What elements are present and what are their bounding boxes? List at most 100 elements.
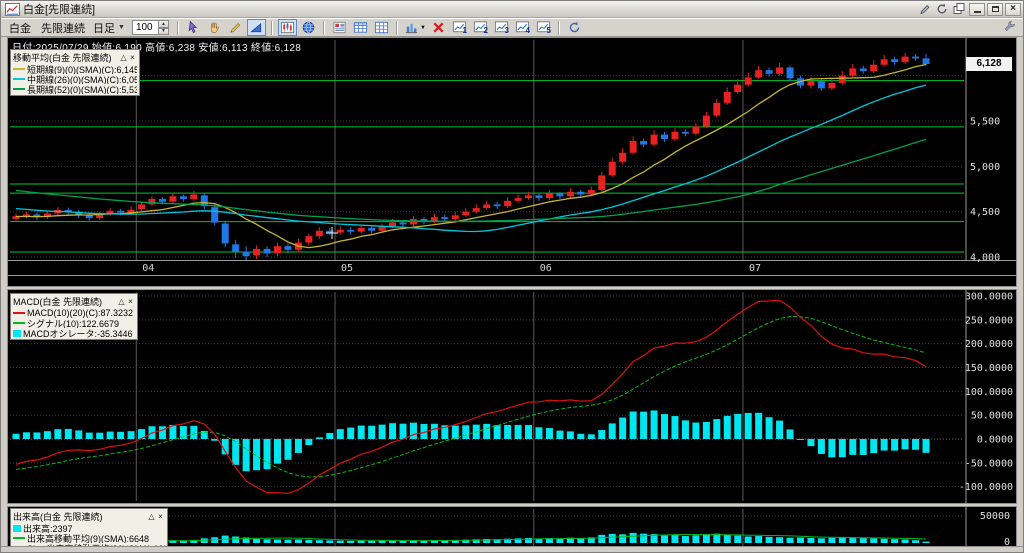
- ma_mid-line: [15, 84, 927, 233]
- delete-drawings-button[interactable]: [429, 19, 448, 36]
- svg-text:5,500: 5,500: [970, 117, 1000, 128]
- contract-label: 先限連続: [41, 22, 85, 35]
- macd-legend-title: MACD(白金 先限連続): [13, 297, 102, 307]
- svg-text:50.0000: 50.0000: [971, 411, 1013, 422]
- legend-collapse-icon[interactable]: △: [119, 53, 128, 62]
- cursor-tool-button[interactable]: [184, 19, 203, 36]
- ma-mid-label: 中期線(26)(0)(SMA)(C):6,056: [27, 74, 137, 85]
- macd-line: [15, 299, 927, 495]
- volume-legend-title: 出来高(白金 先限連続): [13, 512, 103, 522]
- grid-view-button[interactable]: [372, 19, 391, 36]
- svg-text:4,500: 4,500: [970, 207, 1000, 218]
- price-gridlines: [10, 75, 964, 258]
- ma-legend[interactable]: 移動平均(白金 先限連続) △ × 短期線(9)(0)(SMA)(C):6,14…: [10, 49, 140, 96]
- month-axis-labels: 04 05 06 07: [142, 263, 761, 274]
- close-button[interactable]: ×: [1005, 2, 1021, 16]
- osc-swatch: [13, 329, 21, 337]
- chart-preset-2-button[interactable]: 2: [471, 19, 490, 36]
- macd-axis-labels: 300.0000 250.0000 200.0000 150.0000 100.0000…: [959, 291, 1013, 493]
- macd-canvas[interactable]: 300.0000 250.0000 200.0000 150.0000 100.0000…: [8, 290, 1016, 503]
- svg-text:-100.0000: -100.0000: [959, 482, 1013, 493]
- timeframe-dropdown[interactable]: 日足 ▼: [93, 20, 125, 36]
- bar-chart-icon: [405, 23, 418, 34]
- reload-button[interactable]: [565, 19, 584, 36]
- toolbar-separator: [322, 20, 325, 35]
- legend-close-icon[interactable]: ×: [156, 512, 165, 521]
- signal-line-swatch: [13, 322, 25, 324]
- price-axis-labels: 5,500 5,000 4,500 4,000: [970, 117, 1000, 264]
- pencil-icon: [230, 23, 241, 33]
- svg-text:300.0000: 300.0000: [965, 291, 1013, 302]
- svg-text:06: 06: [540, 263, 552, 274]
- current-price-badge: 6,128: [966, 57, 1012, 71]
- legend-close-icon[interactable]: ×: [128, 53, 137, 62]
- chart-preset-5-button[interactable]: 5: [534, 19, 553, 36]
- macd-gridlines: [10, 295, 964, 488]
- web-button[interactable]: [299, 19, 318, 36]
- signal-line: [15, 315, 927, 478]
- table-view-button[interactable]: [351, 19, 370, 36]
- svg-text:50000: 50000: [980, 511, 1010, 522]
- macd-legend[interactable]: MACD(白金 先限連続) △ × MACD(10)(20)(C):87.323…: [10, 293, 138, 340]
- window-refresh-icon[interactable]: [934, 3, 950, 16]
- preset-number: 2: [483, 26, 488, 35]
- signal-line-label: シグナル(10):122.6679: [27, 318, 120, 329]
- settings-wrench-button[interactable]: [1000, 19, 1019, 36]
- svg-text:04: 04: [142, 263, 154, 274]
- bar-count-spinner[interactable]: 100 ▲ ▼: [131, 20, 169, 35]
- ma-mid-swatch: [13, 78, 25, 80]
- toolbar-separator: [176, 20, 179, 35]
- svg-text:250.0000: 250.0000: [965, 315, 1013, 326]
- svg-text:150.0000: 150.0000: [965, 363, 1013, 374]
- preset-number: 4: [525, 26, 530, 35]
- volume-ma-label: 出来高移動平均(9)(SMA):6648: [27, 533, 150, 544]
- globe-icon: [302, 21, 315, 34]
- main-chart-panel: 04 05 06 07 5,500 5,000 4,500 4,000 日付:2025/07/…: [7, 37, 1017, 287]
- grid-icon: [374, 21, 388, 34]
- chart-preset-1-button[interactable]: 1: [450, 19, 469, 36]
- spinner-down-icon[interactable]: ▼: [157, 27, 169, 35]
- candlestick-chart-icon: [280, 21, 294, 34]
- timeframe-label: 日足: [93, 22, 115, 35]
- hand-tool-button[interactable]: [205, 19, 224, 36]
- news-button[interactable]: [330, 19, 349, 36]
- ma-legend-row: 長期線(52)(0)(SMA)(C):5,532: [13, 84, 137, 94]
- chart-settings-button[interactable]: [277, 19, 297, 36]
- window-bottom-edge: [1, 546, 1023, 552]
- bar-count-value[interactable]: 100: [131, 20, 158, 35]
- crosshair-cursor: [326, 227, 338, 239]
- volume-label: 出来高:2397: [23, 523, 73, 534]
- ma-legend-title: 移動平均(白金 先限連続): [13, 53, 112, 63]
- legend-collapse-icon[interactable]: △: [147, 512, 156, 521]
- svg-text:200.0000: 200.0000: [965, 339, 1013, 350]
- main-chart-canvas[interactable]: 04 05 06 07 5,500 5,000 4,500 4,000: [8, 38, 1016, 286]
- delete-x-icon: [433, 22, 444, 33]
- chart-preset-4-button[interactable]: 4: [513, 19, 532, 36]
- annotate-pen-icon[interactable]: [917, 3, 933, 16]
- refresh-icon: [569, 21, 580, 33]
- minimize-button[interactable]: [969, 2, 985, 16]
- trendline-tool-button[interactable]: [246, 19, 266, 36]
- maximize-button[interactable]: [987, 2, 1003, 16]
- svg-text:100.0000: 100.0000: [965, 387, 1013, 398]
- ma-long-swatch: [13, 88, 25, 90]
- ma-short-label: 短期線(9)(0)(SMA)(C):6,145: [27, 64, 137, 75]
- legend-collapse-icon[interactable]: △: [117, 297, 126, 306]
- spinner-up-icon[interactable]: ▲: [157, 20, 169, 28]
- volume-legend-row: 出来高移動平均(9)(SMA):6648: [13, 533, 165, 543]
- chart-type-button[interactable]: ▼: [403, 19, 427, 36]
- legend-close-icon[interactable]: ×: [126, 297, 135, 306]
- macd-legend-row: シグナル(10):122.6679: [13, 318, 135, 328]
- svg-text:5,000: 5,000: [970, 162, 1000, 173]
- instrument-label: 白金: [9, 22, 31, 35]
- ma-legend-row: 短期線(9)(0)(SMA)(C):6,145: [13, 64, 137, 74]
- draw-tool-button[interactable]: [226, 19, 245, 36]
- chevron-down-icon: ▼: [419, 24, 426, 31]
- table-icon: [353, 22, 367, 33]
- window-title: 白金[先限連続]: [23, 4, 96, 16]
- chart-preset-3-button[interactable]: 3: [492, 19, 511, 36]
- cursor-icon: [188, 20, 197, 33]
- copy-window-icon[interactable]: [951, 3, 967, 16]
- ma_short-line: [15, 63, 927, 249]
- macd-panel: 300.0000 250.0000 200.0000 150.0000 100.0000…: [7, 289, 1017, 504]
